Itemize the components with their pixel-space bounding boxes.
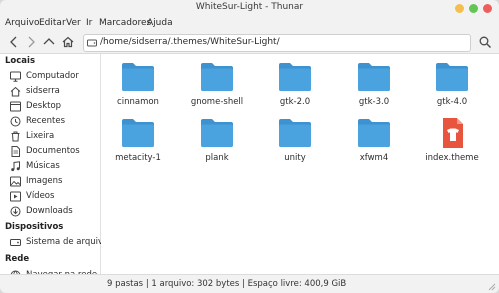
file-name: gtk-3.0 [358,97,390,107]
sidebar-item-sistema-de-arquivos[interactable]: Sistema de arquivos [10,236,113,250]
close-button[interactable] [483,4,492,13]
folder-icon [436,63,468,91]
sidebar-item-computador[interactable]: Computador [10,70,100,84]
title-bar[interactable]: WhiteSur-Light - Thunar [0,0,499,17]
file-item-gnome-shell[interactable]: gnome-shell [182,56,252,112]
clock-icon [10,116,21,127]
sidebar-item-documentos[interactable]: Documentos [10,145,100,159]
menu-ir[interactable]: Ir [86,18,92,28]
download-icon [10,206,21,217]
sidebar-item-downloads[interactable]: Downloads [10,205,100,219]
drive-icon [87,39,97,47]
file-name: plank [205,153,229,163]
file-item-index-theme[interactable]: index.theme [417,112,487,168]
back-icon[interactable] [7,35,21,49]
status-text: 9 pastas | 1 arquivo: 302 bytes | Espaço… [107,279,347,289]
file-name: unity [284,153,306,163]
file-view[interactable]: cinnamon gnome-shell gtk-2.0 gtk-3.0 gtk… [101,54,499,274]
file-item-gtk-4-0[interactable]: gtk-4.0 [417,56,487,112]
sidebar-item-label: Documentos [26,146,80,156]
folder-icon [122,119,154,147]
sidebar-item-label: Computador [26,71,79,81]
window-title: WhiteSur-Light - Thunar [195,2,304,12]
folder-icon [201,119,233,147]
file-item-metacity-1[interactable]: metacity-1 [103,112,173,168]
section-locais: Locais [5,56,36,66]
menu-editar[interactable]: Editar [39,18,66,28]
sidebar-item-label: Vídeos [26,191,55,201]
sidebar-item-recentes[interactable]: Recentes [10,115,100,129]
section-dispositivos: Dispositivos [5,222,64,232]
computer-icon [10,71,21,82]
folder-icon [279,119,311,147]
sidebar-item-lixeira[interactable]: Lixeira [10,130,100,144]
file-name: index.theme [425,153,479,163]
sidebar-item-label: Imagens [26,176,63,186]
up-icon[interactable] [42,35,56,49]
sidebar-item-videos[interactable]: Vídeos [10,190,100,204]
home-icon [10,86,21,97]
menu-marcadores[interactable]: Marcadores [99,18,151,28]
folder-icon [201,63,233,91]
menu-ajuda[interactable]: Ajuda [147,18,173,28]
sidebar-item-desktop[interactable]: Desktop [10,100,100,114]
desktop-icon [10,101,21,112]
theme-file-icon [443,118,463,148]
file-name: gtk-2.0 [279,97,311,107]
file-name: gnome-shell [190,97,244,107]
resize-grip-icon[interactable] [487,282,496,291]
sidebar-item-label: Sistema de arquivos [26,237,113,247]
sidebar-item-imagens[interactable]: Imagens [10,175,100,189]
file-name: xfwm4 [359,153,389,163]
menu-ver[interactable]: Ver [66,18,81,28]
location-path: /home/sidserra/.themes/WhiteSur-Light/ [100,37,280,47]
trash-icon [11,131,20,142]
document-icon [11,146,20,157]
forward-icon[interactable] [24,35,38,49]
music-icon [11,161,20,172]
status-bar: 9 pastas | 1 arquivo: 302 bytes | Espaço… [0,274,499,293]
folder-icon [358,63,390,91]
folder-icon [279,63,311,91]
sidebar-item-label: Desktop [26,101,62,111]
sidebar-item-label: Músicas [26,161,60,171]
sidebar: Locais Computador sidserra Desktop Recen… [0,54,113,281]
location-bar[interactable]: /home/sidserra/.themes/WhiteSur-Light/ [83,34,471,52]
image-icon [10,176,21,187]
sidebar-item-label: Recentes [26,116,66,126]
file-name: metacity-1 [115,153,161,163]
menu-arquivo[interactable]: Arquivo [5,18,39,28]
sidebar-item-label: Lixeira [26,131,55,141]
maximize-button[interactable] [469,4,478,13]
sidebar-item-label: Downloads [26,206,73,216]
sidebar-item-sidserra[interactable]: sidserra [10,85,100,99]
home-icon[interactable] [61,35,75,49]
file-item-plank[interactable]: plank [182,112,252,168]
menu-bar: Arquivo Editar Ver Ir Marcadores Ajuda [0,17,499,32]
video-icon [10,191,21,202]
file-item-xfwm4[interactable]: xfwm4 [339,112,409,168]
toolbar: /home/sidserra/.themes/WhiteSur-Light/ [0,32,499,54]
file-item-gtk-2-0[interactable]: gtk-2.0 [260,56,330,112]
drive-icon [10,239,21,246]
sidebar-item-label: sidserra [26,86,60,96]
file-name: cinnamon [117,97,159,107]
folder-icon [122,63,154,91]
file-manager-window: WhiteSur-Light - Thunar Arquivo Editar V… [0,0,499,293]
file-item-unity[interactable]: unity [260,112,330,168]
file-name: gtk-4.0 [436,97,468,107]
folder-icon [358,119,390,147]
section-rede: Rede [5,254,30,264]
file-item-gtk-3-0[interactable]: gtk-3.0 [339,56,409,112]
sidebar-item-musicas[interactable]: Músicas [10,160,100,174]
minimize-button[interactable] [455,4,464,13]
search-icon[interactable] [478,35,492,49]
file-item-cinnamon[interactable]: cinnamon [103,56,173,112]
